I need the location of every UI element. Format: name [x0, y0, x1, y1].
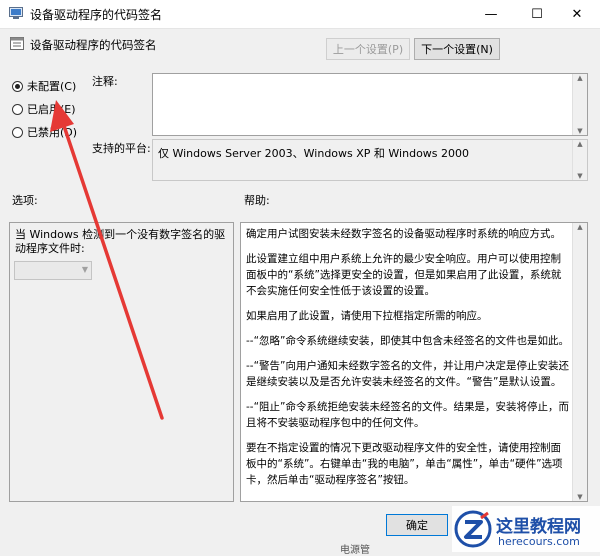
- watermark-logo-icon: [454, 510, 492, 548]
- help-paragraph: 此设置建立组中用户系统上允许的最少安全响应。用户可以使用控制面板中的“系统”选择…: [246, 253, 562, 297]
- comment-textarea[interactable]: ▲ ▼: [152, 73, 588, 136]
- chevron-down-icon: ▼: [81, 265, 88, 274]
- close-button[interactable]: ✕: [554, 0, 600, 28]
- policy-icon: [10, 37, 25, 51]
- radio-label: 已启用(E): [27, 103, 76, 116]
- radio-not-configured[interactable]: 未配置(C): [12, 78, 76, 94]
- previous-setting-button[interactable]: 上一个设置(P): [326, 38, 410, 60]
- radio-indicator: [12, 103, 23, 115]
- next-setting-button[interactable]: 下一个设置(N): [414, 38, 500, 60]
- radio-indicator: [12, 80, 23, 92]
- help-scrollbar[interactable]: ▲ ▼: [572, 223, 587, 501]
- platform-scrollbar[interactable]: ▲ ▼: [572, 140, 587, 180]
- minimize-button[interactable]: —: [468, 0, 514, 28]
- help-paragraph: 确定用户试图安装未经数字签名的设备驱动程序时系统的响应方式。: [246, 228, 561, 240]
- ok-button[interactable]: 确定: [386, 514, 448, 536]
- help-paragraph: 要在不指定设置的情况下更改驱动程序文件的安全性，请使用控制面板中的“系统”。右键…: [246, 442, 563, 486]
- radio-enabled[interactable]: 已启用(E): [12, 101, 76, 117]
- platform-label: 支持的平台:: [92, 142, 151, 155]
- platform-box: 仅 Windows Server 2003、Windows XP 和 Windo…: [152, 139, 588, 181]
- help-panel: 确定用户试图安装未经数字签名的设备驱动程序时系统的响应方式。 此设置建立组中用户…: [240, 222, 588, 502]
- help-paragraph: --“警告”向用户通知未经数字签名的文件，并让用户决定是停止安装还是继续安装以及…: [246, 360, 569, 388]
- comment-scrollbar[interactable]: ▲ ▼: [572, 74, 587, 135]
- comment-label: 注释:: [92, 75, 118, 88]
- options-panel: 当 Windows 检测到一个没有数字签名的驱动程序文件时: ▼: [9, 222, 234, 502]
- app-icon: [9, 7, 23, 20]
- help-paragraph: --“阻止”命令系统拒绝安装未经签名的文件。结果是，安装将停止，而且将不安装驱动…: [246, 401, 569, 429]
- radio-label: 已禁用(D): [27, 126, 78, 139]
- options-description: 当 Windows 检测到一个没有数字签名的驱动程序文件时:: [15, 228, 226, 255]
- help-paragraph: 如果启用了此设置，请使用下拉框指定所需的响应。: [246, 310, 488, 322]
- help-paragraph: --“忽略”命令系统继续安装，即使其中包含未经签名的文件也是如此。: [246, 335, 569, 347]
- watermark-url: herecours.com: [498, 535, 580, 548]
- options-label: 选项:: [12, 194, 38, 207]
- title-bar: 设备驱动程序的代码签名 — ☐ ✕: [0, 0, 600, 29]
- window-title: 设备驱动程序的代码签名: [30, 8, 163, 22]
- policy-title: 设备驱动程序的代码签名: [30, 38, 157, 52]
- help-text: 确定用户试图安装未经数字签名的设备驱动程序时系统的响应方式。 此设置建立组中用户…: [246, 226, 570, 497]
- radio-indicator: [12, 126, 23, 138]
- platform-value: 仅 Windows Server 2003、Windows XP 和 Windo…: [158, 147, 470, 160]
- help-label: 帮助:: [244, 194, 270, 207]
- watermark: 这里教程网 herecours.com: [452, 506, 600, 552]
- driver-response-dropdown[interactable]: ▼: [14, 261, 92, 280]
- radio-label: 未配置(C): [27, 80, 77, 93]
- radio-disabled[interactable]: 已禁用(D): [12, 124, 77, 140]
- partial-window-text: 电源管: [340, 545, 370, 556]
- watermark-title: 这里教程网: [496, 517, 581, 537]
